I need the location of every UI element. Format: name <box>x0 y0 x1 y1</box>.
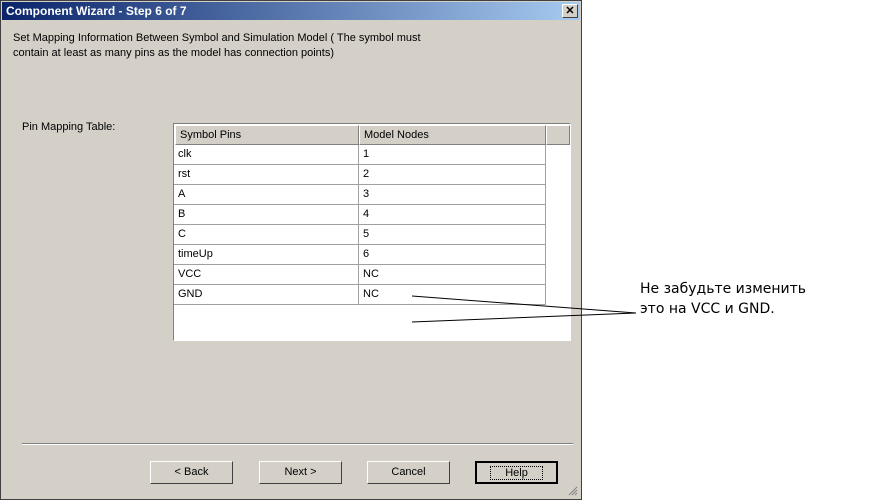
annotation-line-1: Не забудьте изменить <box>640 281 807 297</box>
pointer-line-vcc <box>411 295 637 314</box>
annotation-note: Не забудьте изменить это на VCC и GND. <box>640 279 806 319</box>
annotation-pointer-lines <box>411 295 637 323</box>
pointer-line-gnd <box>411 312 637 323</box>
annotation-line-2: это на VCC и GND. <box>640 301 775 317</box>
